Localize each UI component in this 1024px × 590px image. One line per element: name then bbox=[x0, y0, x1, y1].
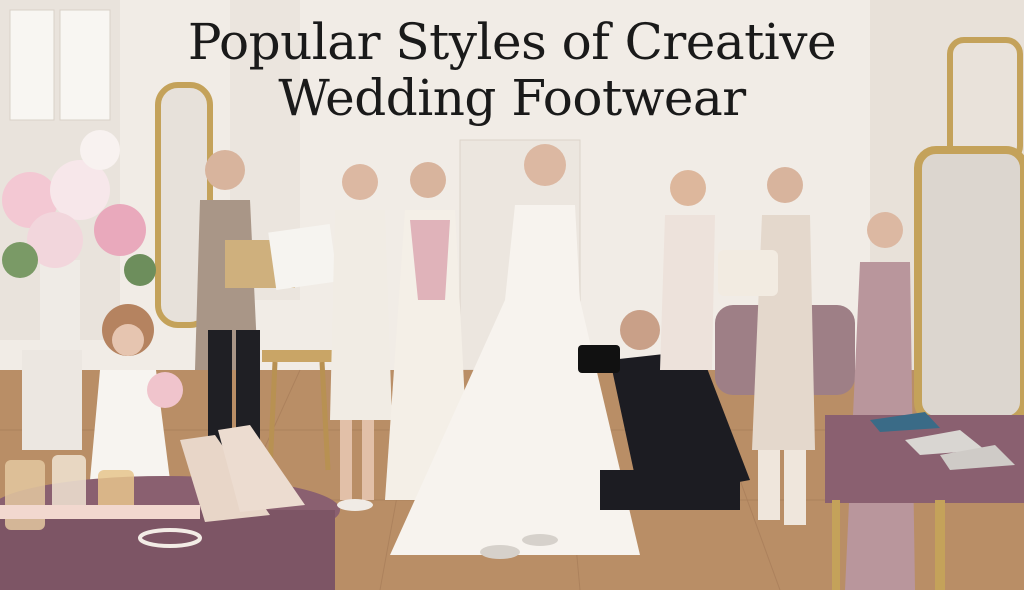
flats bbox=[337, 499, 373, 511]
bride-heels bbox=[480, 545, 520, 559]
page-title: Popular Styles of Creative Wedding Footw… bbox=[0, 14, 1024, 126]
title-line-2: Wedding Footwear bbox=[278, 69, 746, 127]
camera-icon bbox=[578, 345, 620, 373]
ankle-boots bbox=[718, 250, 778, 296]
urn bbox=[40, 260, 80, 350]
ribbon bbox=[0, 505, 200, 519]
title-line-1: Popular Styles of Creative bbox=[187, 13, 837, 71]
bouquet bbox=[147, 372, 183, 408]
side-table bbox=[262, 350, 334, 362]
gold-mirror-right bbox=[914, 146, 1024, 424]
wedding-footwear-scene: Popular Styles of Creative Wedding Footw… bbox=[0, 0, 1024, 590]
pedestal bbox=[22, 350, 82, 450]
